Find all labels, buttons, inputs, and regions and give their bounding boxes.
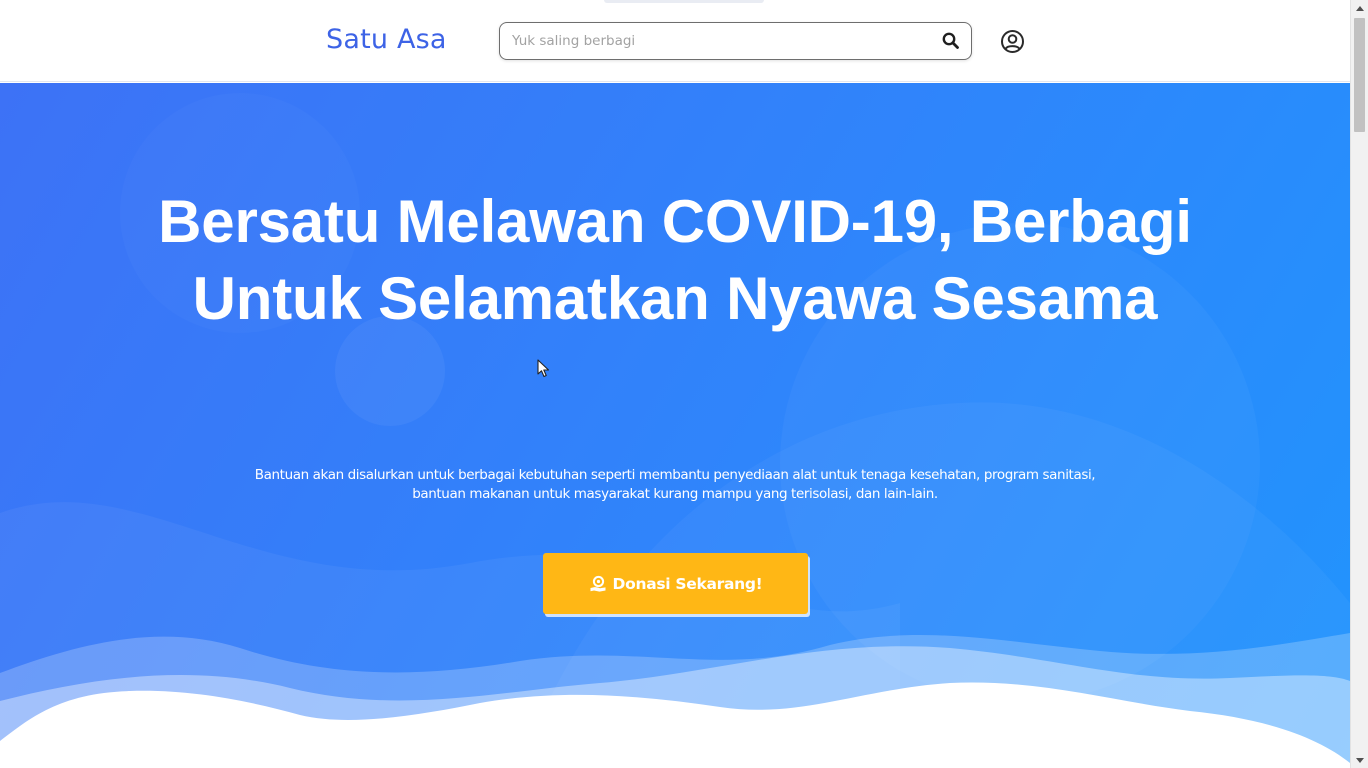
hero-title-line-1: Bersatu Melawan COVID-19, Berbagi [158,188,1192,255]
donate-now-button[interactable]: Donasi Sekarang! [543,553,808,614]
hero-title-line-2: Untuk Selamatkan Nyawa Sesama [192,265,1158,332]
hand-holding-coin-icon [589,575,607,593]
brand-logo-link[interactable]: Satu Asa [326,24,447,55]
hero-description: Bantuan akan disalurkan untuk berbagai k… [175,466,1175,504]
mouse-pointer-icon [537,359,550,378]
navbar: Satu Asa [0,0,1350,82]
hero-description-line-2: bantuan makanan untuk masyarakat kurang … [412,486,938,502]
search-bar [499,22,972,60]
search-input[interactable] [512,23,932,58]
hero-waves [0,633,1350,768]
vertical-scrollbar[interactable] [1350,0,1368,768]
scroll-up-arrow-icon[interactable] [1351,0,1368,16]
scroll-down-arrow-icon[interactable] [1351,752,1368,768]
scrollbar-thumb[interactable] [1354,18,1365,132]
donate-now-label: Donasi Sekarang! [612,574,763,593]
top-notch-decoration [604,0,764,3]
user-circle-icon[interactable] [1000,29,1025,54]
hero-description-line-1: Bantuan akan disalurkan untuk berbagai k… [254,467,1096,483]
hero-title: Bersatu Melawan COVID-19, Berbagi Untuk … [0,183,1350,337]
hero-section: Bersatu Melawan COVID-19, Berbagi Untuk … [0,83,1350,768]
search-icon[interactable] [941,31,961,51]
